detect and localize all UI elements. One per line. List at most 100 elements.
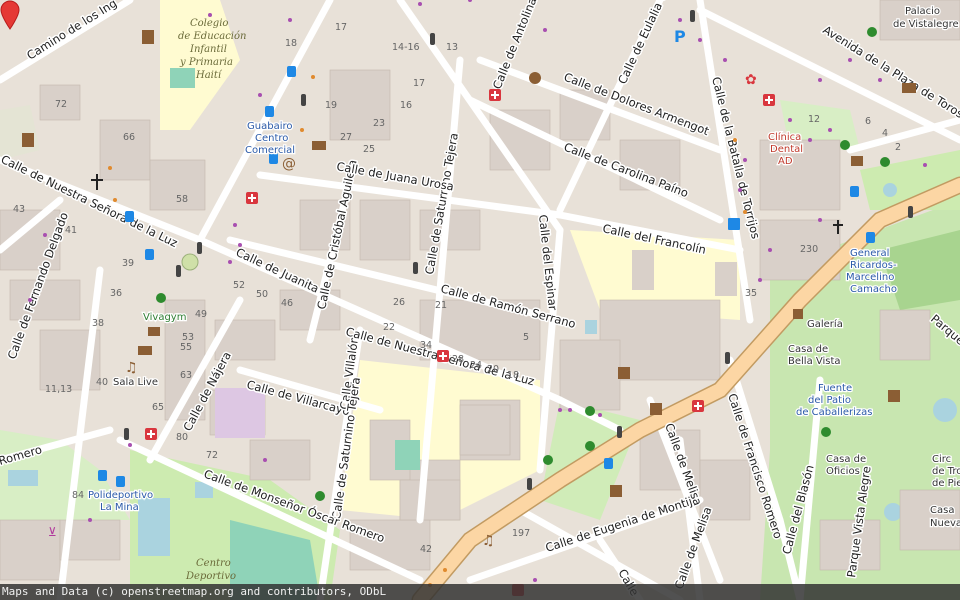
house-num: 40 [96, 377, 108, 388]
house-num: 16 [400, 100, 412, 111]
cafe-icon [888, 390, 900, 402]
theatre-icon [529, 72, 541, 84]
house-num: 2 [895, 142, 901, 153]
house-num: 21 [435, 300, 447, 311]
house-num: 4 [882, 128, 888, 139]
fitness-icon [867, 27, 877, 37]
house-num: 65 [152, 402, 164, 413]
house-num: 22 [383, 322, 395, 333]
music-icon: ♫ [482, 533, 495, 549]
gallery-icon [793, 309, 803, 319]
bus-stop-icon [265, 106, 274, 117]
bus-stop-icon [98, 470, 107, 481]
traffic-light-icon [176, 265, 181, 277]
bus-stop-icon [866, 232, 875, 243]
location-marker-icon[interactable] [0, 0, 20, 30]
house-num: 72 [206, 450, 218, 461]
playground-icon [880, 157, 890, 167]
playground-icon [543, 455, 553, 465]
house-num: 18 [507, 370, 519, 381]
house-num: 17 [413, 78, 425, 89]
townhall-icon [22, 133, 34, 147]
house-num: 24 [470, 360, 482, 371]
shop-icon [312, 141, 326, 150]
fitness-icon [585, 406, 595, 416]
house-num: 23 [373, 118, 385, 129]
music-icon: ♫ [125, 360, 138, 376]
bus-stop-icon [850, 186, 859, 197]
house-num: 34 [420, 340, 432, 351]
house-num: 66 [123, 132, 135, 143]
poi-label-sala-live: Sala Live [113, 377, 158, 388]
house-num: 58 [176, 194, 188, 205]
house-num: 197 [512, 528, 530, 539]
poi-label-galeria: Galería [807, 318, 843, 330]
house-num: 14-16 [392, 42, 420, 53]
traffic-light-icon [725, 352, 730, 364]
house-num: 5 [523, 332, 529, 343]
house-num: 46 [281, 298, 293, 309]
traffic-light-icon [124, 428, 129, 440]
map-svg[interactable]: Camino de los Ing Calle de Nuestra Señor… [0, 0, 960, 600]
house-num: 25 [363, 144, 375, 155]
bus-stop-icon [287, 66, 296, 77]
house-num: 19 [325, 100, 337, 111]
shop-icon [148, 327, 160, 336]
poi-label-general-ricardos: General Ricardos- Marcelino Camacho [846, 248, 900, 295]
house-num: 26 [393, 297, 405, 308]
bus-stop-icon [145, 249, 154, 260]
info-icon [728, 218, 740, 230]
traffic-light-icon [301, 94, 306, 106]
shop-icon [138, 346, 152, 355]
traffic-light-icon [197, 242, 202, 254]
house-num: 49 [195, 309, 207, 320]
shop-icon [851, 156, 863, 166]
roundabout [181, 253, 199, 271]
internet-icon: @ [282, 156, 296, 172]
townhall-icon [142, 30, 154, 44]
parking-icon: P [674, 27, 686, 46]
house-num: 27 [340, 132, 352, 143]
bus-stop-icon [125, 211, 134, 222]
house-num: 53 [182, 332, 194, 343]
house-num: 230 [800, 244, 818, 255]
dog-park-icon [840, 140, 850, 150]
house-num: 42 [420, 544, 432, 555]
bus-stop-icon [116, 476, 125, 487]
house-num: 55 [180, 342, 192, 353]
library-icon [650, 403, 662, 415]
house-num: 72 [55, 99, 67, 110]
house-num: 63 [180, 370, 192, 381]
house-num: 43 [13, 204, 25, 215]
poi-label-vivagym: Vivagym [143, 312, 186, 323]
shopping-cart-icon: ⊻ [48, 525, 57, 539]
traffic-light-icon [527, 478, 532, 490]
house-num: 84 [72, 490, 84, 501]
house-num: 13 [446, 42, 458, 53]
house-num: 50 [256, 289, 268, 300]
house-num: 20 [487, 364, 499, 375]
house-num: 18 [285, 38, 297, 49]
playground-icon [315, 491, 325, 501]
traffic-light-icon [617, 426, 622, 438]
house-num: 39 [122, 258, 134, 269]
house-num: 17 [335, 22, 347, 33]
post-icon [902, 83, 916, 93]
house-num: 52 [233, 280, 245, 291]
traffic-light-icon [430, 33, 435, 45]
traffic-light-icon [690, 10, 695, 22]
house-num: 80 [176, 432, 188, 443]
fitness-icon [156, 293, 166, 303]
house-num: 38 [92, 318, 104, 329]
house-num: 28 [452, 354, 464, 365]
veterinary-icon: ✿ [745, 72, 757, 88]
house-num: 11,13 [45, 384, 72, 395]
house-num: 12 [808, 114, 820, 125]
map-attribution: Maps and Data (c) openstreetmap.org and … [0, 584, 960, 600]
poi-colegio-line1: Colegio [190, 18, 228, 29]
traffic-light-icon [908, 206, 913, 218]
library-icon [618, 367, 630, 379]
map-canvas[interactable]: Camino de los Ing Calle de Nuestra Señor… [0, 0, 960, 600]
house-num: 36 [110, 288, 122, 299]
house-num: 35 [745, 288, 757, 299]
